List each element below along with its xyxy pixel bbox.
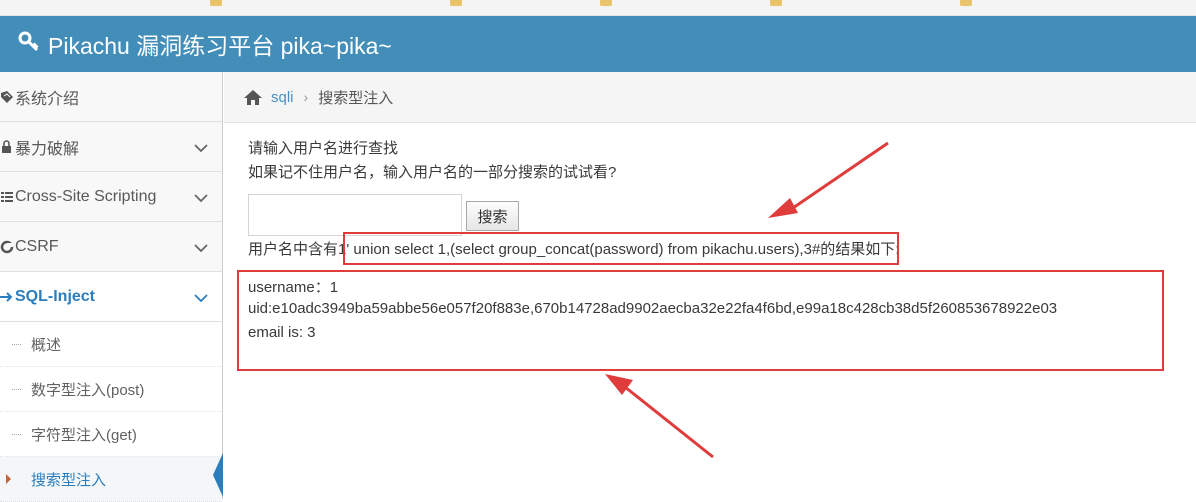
active-indicator xyxy=(213,453,223,497)
search-input[interactable] xyxy=(248,194,462,236)
sidebar-item-csrf[interactable]: CSRF xyxy=(0,222,222,272)
submenu-item-label: 数字型注入(post) xyxy=(31,381,145,399)
bookmark-icon[interactable] xyxy=(450,0,462,6)
sidebar-item-label: 暴力破解 xyxy=(15,140,80,158)
main-content: 请输入用户名进行查找 如果记不住用户名，输入用户名的一部分搜索的试试看? 搜索 … xyxy=(224,123,1196,499)
shield-icon xyxy=(0,240,14,254)
arrow-right-icon xyxy=(0,290,14,304)
lock-icon xyxy=(0,139,14,154)
submenu-item-string-get[interactable]: 字符型注入(get) xyxy=(0,412,222,457)
sidebar-item-label: Cross-Site Scripting xyxy=(15,187,157,205)
chevron-down-icon xyxy=(194,240,208,258)
list-icon xyxy=(0,190,14,204)
tree-connector xyxy=(12,434,21,435)
tree-connector xyxy=(12,389,21,390)
submenu-item-label: 搜索型注入 xyxy=(31,471,107,489)
chevron-down-icon xyxy=(194,140,208,158)
browser-bookmark-strip xyxy=(0,0,1196,16)
tree-connector xyxy=(12,344,21,345)
key-icon xyxy=(18,30,48,58)
desktop-icon xyxy=(0,90,14,104)
bookmark-icon[interactable] xyxy=(960,0,972,6)
result-prefix: 用户名中含有 xyxy=(248,241,339,258)
breadcrumb: sqli › 搜索型注入 xyxy=(224,72,1196,123)
hint-text: 请输入用户名进行查找 xyxy=(248,140,399,157)
brand[interactable]: Pikachu 漏洞练习平台 pika~pika~ xyxy=(18,16,392,72)
brand-title: Pikachu 漏洞练习平台 pika~pika~ xyxy=(48,33,392,59)
submenu-item-label: 字符型注入(get) xyxy=(31,426,137,444)
result-username: username：1 xyxy=(248,279,339,296)
bookmark-icon[interactable] xyxy=(210,0,222,6)
search-button[interactable]: 搜索 xyxy=(466,201,519,231)
payload-highlight-box xyxy=(343,232,899,265)
bookmark-icon[interactable] xyxy=(770,0,782,6)
submenu-item-numeric-post[interactable]: 数字型注入(post) xyxy=(0,367,222,412)
submenu-item-search-type[interactable]: 搜索型注入 xyxy=(0,453,223,502)
sidebar-item-label: SQL-Inject xyxy=(15,287,96,305)
sidebar-item-sql-inject[interactable]: SQL-Inject xyxy=(0,272,222,322)
sidebar-item-label: 系统介绍 xyxy=(15,90,80,108)
chevron-down-icon xyxy=(194,290,208,308)
chevron-down-icon xyxy=(194,190,208,208)
top-navbar: Pikachu 漏洞练习平台 pika~pika~ xyxy=(0,16,1196,72)
breadcrumb-link-sqli[interactable]: sqli xyxy=(271,89,294,106)
result-highlight-box xyxy=(237,270,1164,371)
caret-right-icon xyxy=(6,474,11,484)
hint-text-secondary: 如果记不住用户名，输入用户名的一部分搜索的试试看? xyxy=(248,164,617,181)
home-icon[interactable] xyxy=(243,89,263,106)
breadcrumb-current: 搜索型注入 xyxy=(318,89,394,107)
submenu-item-overview[interactable]: 概述 xyxy=(0,322,222,367)
sidebar-item-xss[interactable]: Cross-Site Scripting xyxy=(0,172,222,222)
breadcrumb-separator-icon: › xyxy=(303,89,309,105)
sidebar-item-label: CSRF xyxy=(15,237,59,255)
sidebar-item-intro[interactable]: 系统介绍 xyxy=(0,72,222,122)
sidebar: 系统介绍 暴力破解 Cross-Site Scripting CSRF SQL-… xyxy=(0,72,223,502)
bookmark-icon[interactable] xyxy=(600,0,612,6)
result-uid: uid:e10adc3949ba59abbe56e057f20f883e,670… xyxy=(248,300,1058,317)
result-email: email is: 3 xyxy=(248,324,316,341)
sidebar-item-bruteforce[interactable]: 暴力破解 xyxy=(0,122,222,172)
submenu-item-label: 概述 xyxy=(31,336,62,354)
